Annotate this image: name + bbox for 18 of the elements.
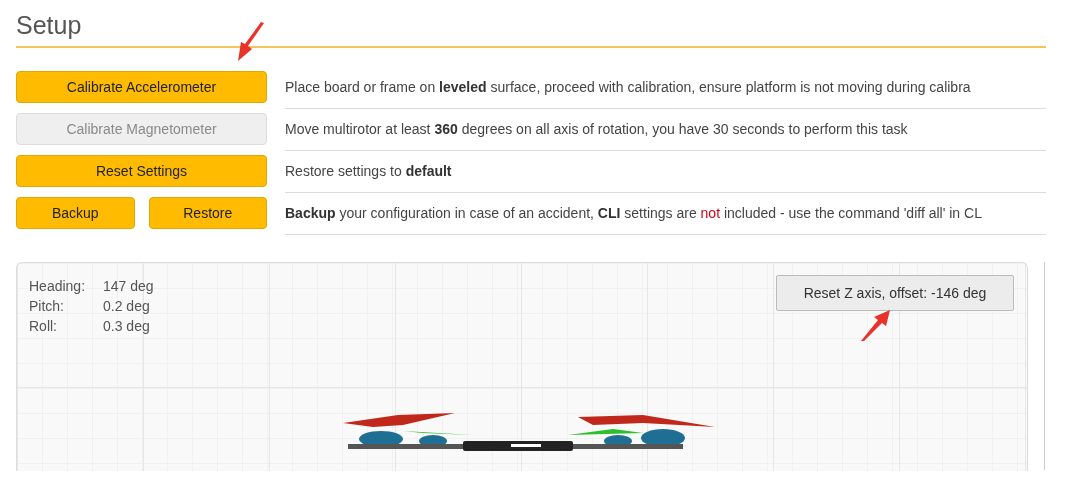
attitude-value: 0.3 deg [103, 317, 151, 335]
description-text: Backup your configuration in case of an accident, CLI settings are not included - use the command 'diff all' in CL [285, 191, 1046, 235]
description-text: Restore settings to default [285, 149, 1046, 193]
description-text: Place board or frame on leveled surface, proceed with calibration, ensure platform is not moving during calibra [285, 65, 1046, 109]
action-button[interactable]: Calibrate Accelerometer [16, 71, 267, 103]
attitude-label: Heading: [29, 277, 87, 295]
description-text: Move multirotor at least 360 degrees on all axis of rotation, you have 30 seconds to perform this task [285, 107, 1046, 151]
action-button[interactable]: Backup [16, 197, 135, 229]
annotation-arrow [238, 22, 266, 62]
reset-z-axis-button[interactable]: Reset Z axis, offset: -146 deg [776, 275, 1014, 311]
attitude-value: 147 deg [103, 277, 154, 295]
attitude-value: 0.2 deg [103, 297, 151, 315]
attitude-label: Pitch: [29, 297, 65, 315]
action-button[interactable]: Restore [148, 197, 267, 229]
attitude-label: Roll: [29, 317, 58, 335]
annotation-arrow [860, 310, 890, 342]
page-title: Setup [16, 10, 83, 40]
action-button[interactable]: Reset Settings [16, 155, 267, 187]
